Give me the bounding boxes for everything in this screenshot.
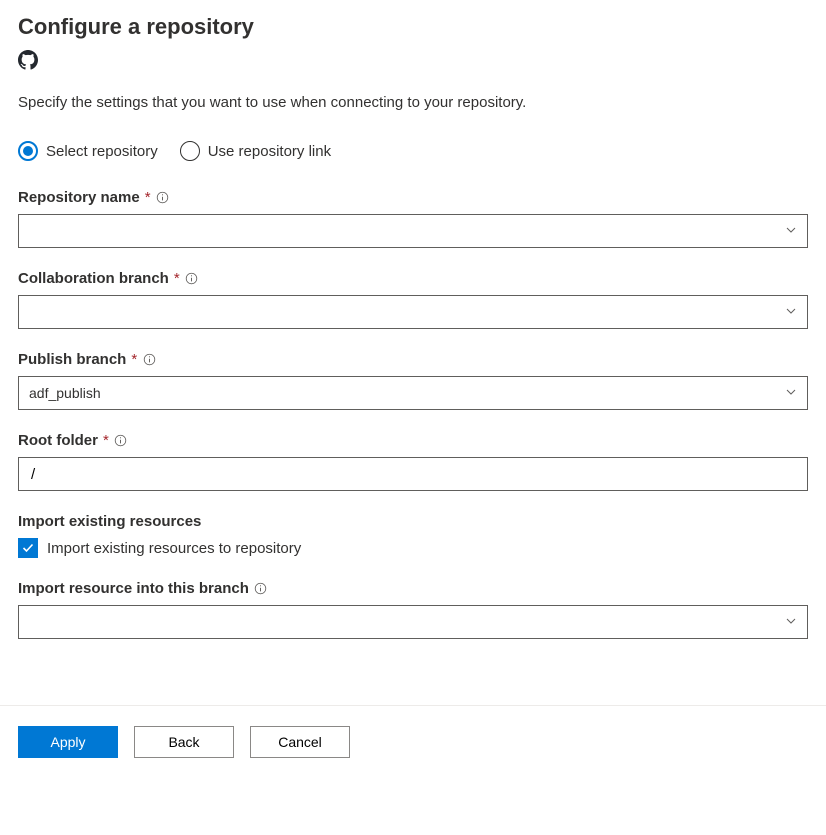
radio-icon <box>18 141 38 161</box>
import-existing-label: Import existing resources <box>18 513 201 530</box>
footer-bar: Apply Back Cancel <box>0 705 826 780</box>
root-folder-input-wrapper <box>18 457 808 491</box>
apply-button[interactable]: Apply <box>18 726 118 758</box>
repository-name-label: Repository name <box>18 189 140 206</box>
check-icon <box>21 541 35 555</box>
radio-icon <box>180 141 200 161</box>
github-icon <box>18 50 38 70</box>
root-folder-label: Root folder <box>18 432 98 449</box>
chevron-down-icon <box>785 223 797 239</box>
back-button[interactable]: Back <box>134 726 234 758</box>
import-existing-checkbox-label: Import existing resources to repository <box>47 540 301 557</box>
collaboration-branch-label: Collaboration branch <box>18 270 169 287</box>
chevron-down-icon <box>785 304 797 320</box>
page-title: Configure a repository <box>18 14 808 40</box>
repo-mode-radio-group: Select repository Use repository link <box>18 141 808 161</box>
info-icon[interactable] <box>142 353 156 367</box>
publish-branch-label: Publish branch <box>18 351 126 368</box>
info-icon[interactable] <box>114 434 128 448</box>
radio-label: Select repository <box>46 143 158 160</box>
select-repository-radio[interactable]: Select repository <box>18 141 158 161</box>
import-branch-label: Import resource into this branch <box>18 580 249 597</box>
chevron-down-icon <box>785 614 797 630</box>
publish-branch-select[interactable]: adf_publish <box>18 376 808 410</box>
root-folder-input[interactable] <box>29 465 797 484</box>
use-repository-link-radio[interactable]: Use repository link <box>180 141 331 161</box>
cancel-button[interactable]: Cancel <box>250 726 350 758</box>
required-indicator: * <box>103 432 109 449</box>
import-branch-select[interactable] <box>18 605 808 639</box>
info-icon[interactable] <box>156 191 170 205</box>
required-indicator: * <box>174 270 180 287</box>
collaboration-branch-select[interactable] <box>18 295 808 329</box>
radio-label: Use repository link <box>208 143 331 160</box>
description-text: Specify the settings that you want to us… <box>18 94 808 111</box>
import-existing-checkbox[interactable] <box>18 538 38 558</box>
info-icon[interactable] <box>185 272 199 286</box>
required-indicator: * <box>131 351 137 368</box>
info-icon[interactable] <box>254 582 268 596</box>
chevron-down-icon <box>785 385 797 401</box>
select-value: adf_publish <box>29 385 101 401</box>
required-indicator: * <box>145 189 151 206</box>
repository-name-select[interactable] <box>18 214 808 248</box>
